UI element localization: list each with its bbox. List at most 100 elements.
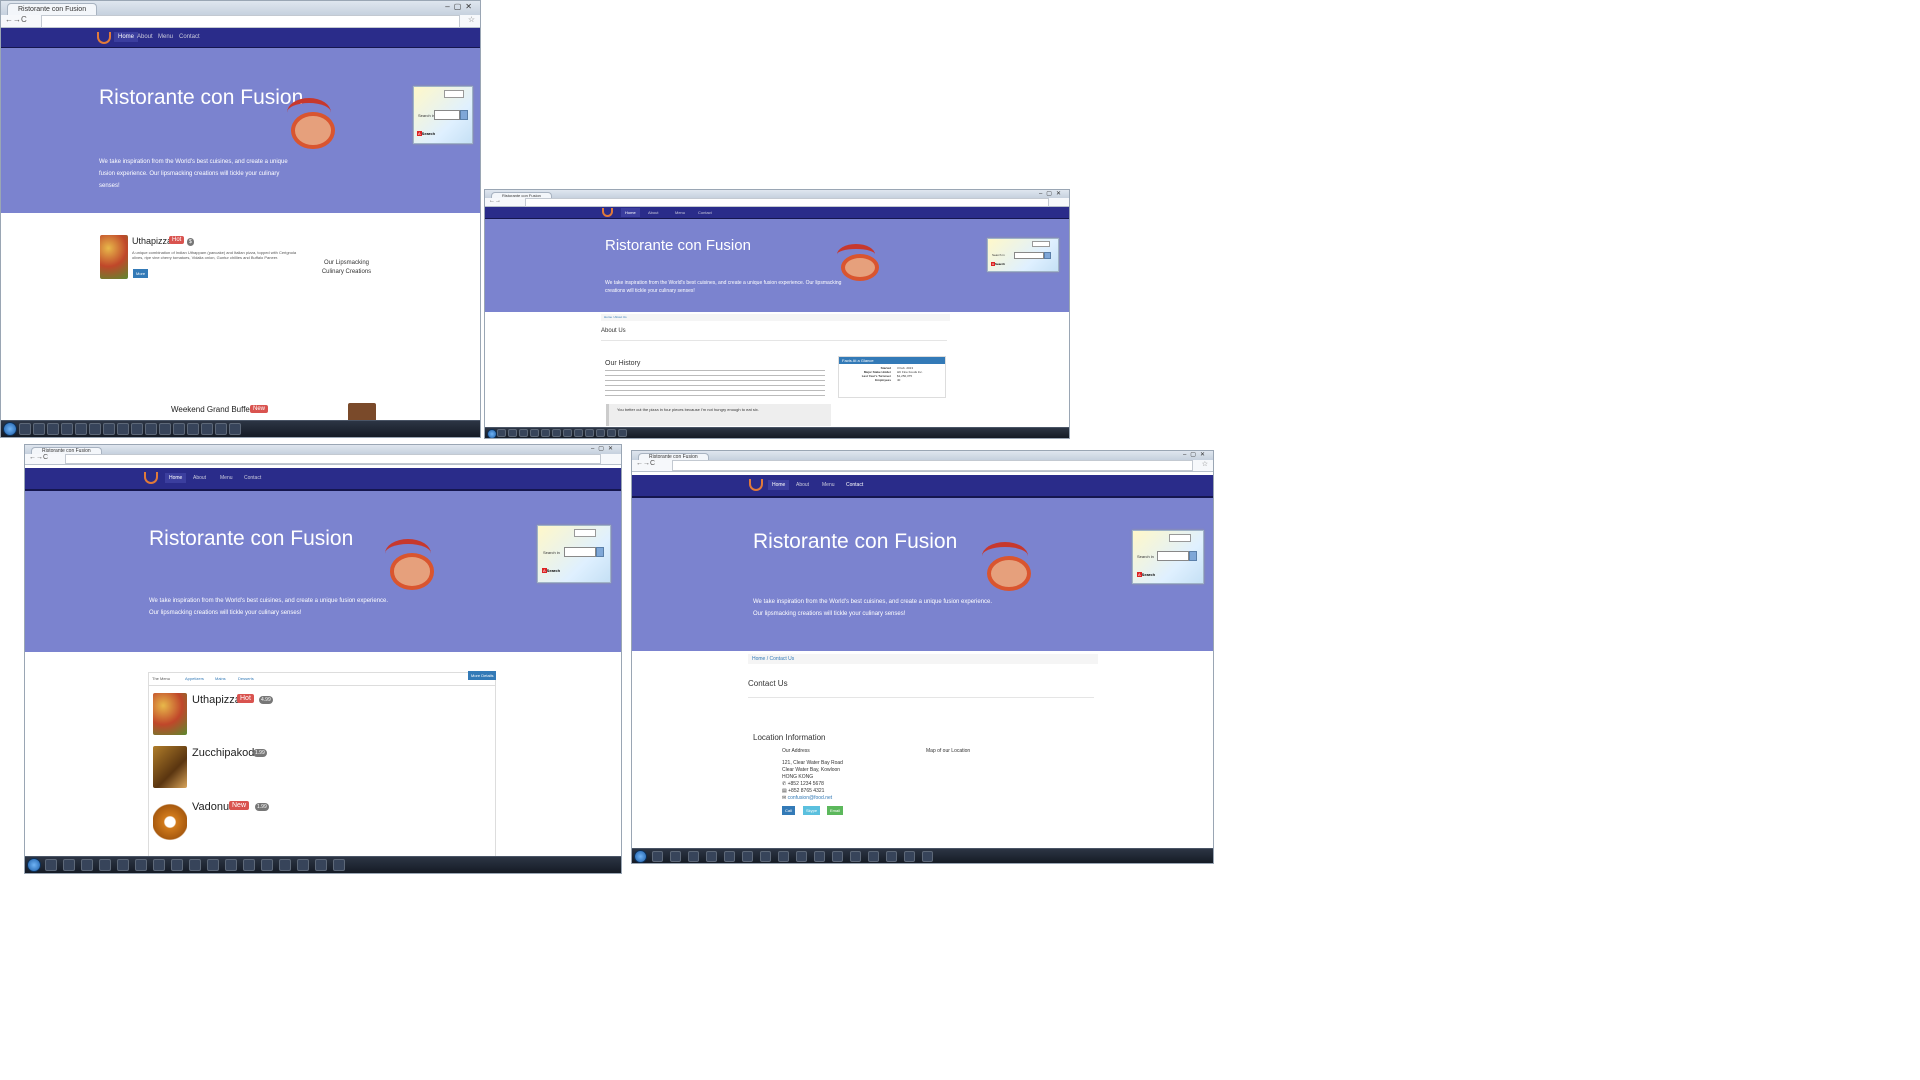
- tab-the-menu[interactable]: The Menu: [152, 676, 170, 681]
- search-go-button[interactable]: [460, 110, 468, 120]
- taskbar-app-icon[interactable]: [596, 429, 605, 437]
- taskbar-app-icon[interactable]: [173, 423, 185, 435]
- nav-about[interactable]: About: [193, 475, 206, 481]
- taskbar-app-icon[interactable]: [131, 423, 143, 435]
- taskbar-app-icon[interactable]: [215, 423, 227, 435]
- url-input[interactable]: [41, 15, 460, 28]
- search-scope-select[interactable]: [1169, 534, 1191, 542]
- taskbar-app-icon[interactable]: [61, 423, 73, 435]
- taskbar-app-icon[interactable]: [159, 423, 171, 435]
- logo-icon[interactable]: [602, 208, 613, 217]
- window-controls-icon[interactable]: –▢✕: [1039, 190, 1065, 197]
- taskbar-app-icon[interactable]: [607, 429, 616, 437]
- taskbar-app-icon[interactable]: [261, 859, 273, 871]
- taskbar-app-icon[interactable]: [778, 851, 789, 862]
- taskbar-app-icon[interactable]: [225, 859, 237, 871]
- taskbar-app-icon[interactable]: [19, 423, 31, 435]
- call-button[interactable]: Call: [782, 806, 795, 815]
- nav-contact[interactable]: Contact: [698, 210, 712, 215]
- taskbar-app-icon[interactable]: [207, 859, 219, 871]
- back-forward-icon[interactable]: ←→C: [29, 454, 48, 461]
- taskbar-app-icon[interactable]: [103, 423, 115, 435]
- tab-mains[interactable]: Mains: [215, 676, 226, 681]
- taskbar-app-icon[interactable]: [904, 851, 915, 862]
- window-controls-icon[interactable]: –▢✕: [1183, 451, 1209, 458]
- taskbar-app-icon[interactable]: [189, 859, 201, 871]
- taskbar-app-icon[interactable]: [706, 851, 717, 862]
- taskbar-app-icon[interactable]: [886, 851, 897, 862]
- taskbar-app-icon[interactable]: [868, 851, 879, 862]
- taskbar-app-icon[interactable]: [497, 429, 506, 437]
- nav-contact[interactable]: Contact: [846, 482, 863, 488]
- taskbar-app-icon[interactable]: [171, 859, 183, 871]
- tab-desserts[interactable]: Desserts: [238, 676, 254, 681]
- tab-appetizers[interactable]: Appetizers: [185, 676, 204, 681]
- taskbar-app-icon[interactable]: [688, 851, 699, 862]
- start-button-icon[interactable]: [634, 850, 647, 863]
- back-forward-icon[interactable]: ←→C: [636, 460, 655, 467]
- nav-home[interactable]: Home: [165, 473, 187, 483]
- taskbar-app-icon[interactable]: [243, 859, 255, 871]
- nav-contact[interactable]: Contact: [244, 475, 261, 481]
- back-forward-icon[interactable]: ←→: [489, 198, 501, 204]
- nav-menu[interactable]: Menu: [822, 482, 835, 488]
- url-input[interactable]: [672, 460, 1193, 471]
- taskbar-app-icon[interactable]: [724, 851, 735, 862]
- taskbar-app-icon[interactable]: [541, 429, 550, 437]
- nav-menu[interactable]: Menu: [220, 475, 233, 481]
- taskbar-app-icon[interactable]: [508, 429, 517, 437]
- start-button-icon[interactable]: [3, 422, 17, 436]
- taskbar-app-icon[interactable]: [89, 423, 101, 435]
- taskbar-app-icon[interactable]: [99, 859, 111, 871]
- url-input[interactable]: [65, 454, 601, 464]
- nav-home[interactable]: Home: [621, 208, 640, 217]
- search-go-button[interactable]: [596, 547, 604, 557]
- taskbar-app-icon[interactable]: [519, 429, 528, 437]
- nav-menu[interactable]: Menu: [158, 34, 173, 40]
- search-scope-select[interactable]: [444, 90, 464, 98]
- taskbar-app-icon[interactable]: [153, 859, 165, 871]
- taskbar-app-icon[interactable]: [145, 423, 157, 435]
- taskbar-app-icon[interactable]: [832, 851, 843, 862]
- start-button-icon[interactable]: [27, 858, 41, 872]
- nav-home[interactable]: Home: [768, 480, 790, 490]
- taskbar-app-icon[interactable]: [760, 851, 771, 862]
- nav-menu[interactable]: Menu: [675, 210, 685, 215]
- taskbar-app-icon[interactable]: [45, 859, 57, 871]
- taskbar-app-icon[interactable]: [922, 851, 933, 862]
- nav-about[interactable]: About: [648, 210, 658, 215]
- taskbar-app-icon[interactable]: [297, 859, 309, 871]
- taskbar-app-icon[interactable]: [563, 429, 572, 437]
- taskbar-app-icon[interactable]: [333, 859, 345, 871]
- search-go-button[interactable]: [1044, 252, 1051, 259]
- taskbar-app-icon[interactable]: [670, 851, 681, 862]
- taskbar-app-icon[interactable]: [652, 851, 663, 862]
- email-button[interactable]: Email: [827, 806, 844, 815]
- search-input[interactable]: [1014, 252, 1044, 259]
- taskbar-app-icon[interactable]: [201, 423, 213, 435]
- nav-about[interactable]: About: [796, 482, 809, 488]
- taskbar-app-icon[interactable]: [552, 429, 561, 437]
- taskbar-app-icon[interactable]: [229, 423, 241, 435]
- logo-icon[interactable]: [97, 32, 111, 44]
- taskbar-app-icon[interactable]: [585, 429, 594, 437]
- start-button-icon[interactable]: [487, 429, 497, 438]
- taskbar-app-icon[interactable]: [187, 423, 199, 435]
- nav-home[interactable]: Home: [114, 32, 139, 42]
- search-scope-select[interactable]: [1032, 241, 1050, 247]
- nav-about[interactable]: About: [137, 34, 153, 40]
- window-controls-icon[interactable]: –▢✕: [591, 445, 617, 452]
- taskbar-app-icon[interactable]: [75, 423, 87, 435]
- taskbar-app-icon[interactable]: [530, 429, 539, 437]
- taskbar-app-icon[interactable]: [814, 851, 825, 862]
- taskbar-app-icon[interactable]: [47, 423, 59, 435]
- bookmark-star-icon[interactable]: ☆: [1202, 460, 1208, 468]
- taskbar-app-icon[interactable]: [33, 423, 45, 435]
- taskbar-app-icon[interactable]: [796, 851, 807, 862]
- window-controls-icon[interactable]: –▢✕: [445, 2, 476, 11]
- taskbar-app-icon[interactable]: [315, 859, 327, 871]
- taskbar-app-icon[interactable]: [742, 851, 753, 862]
- url-input[interactable]: [525, 198, 1049, 207]
- search-input[interactable]: [564, 547, 596, 557]
- taskbar-app-icon[interactable]: [81, 859, 93, 871]
